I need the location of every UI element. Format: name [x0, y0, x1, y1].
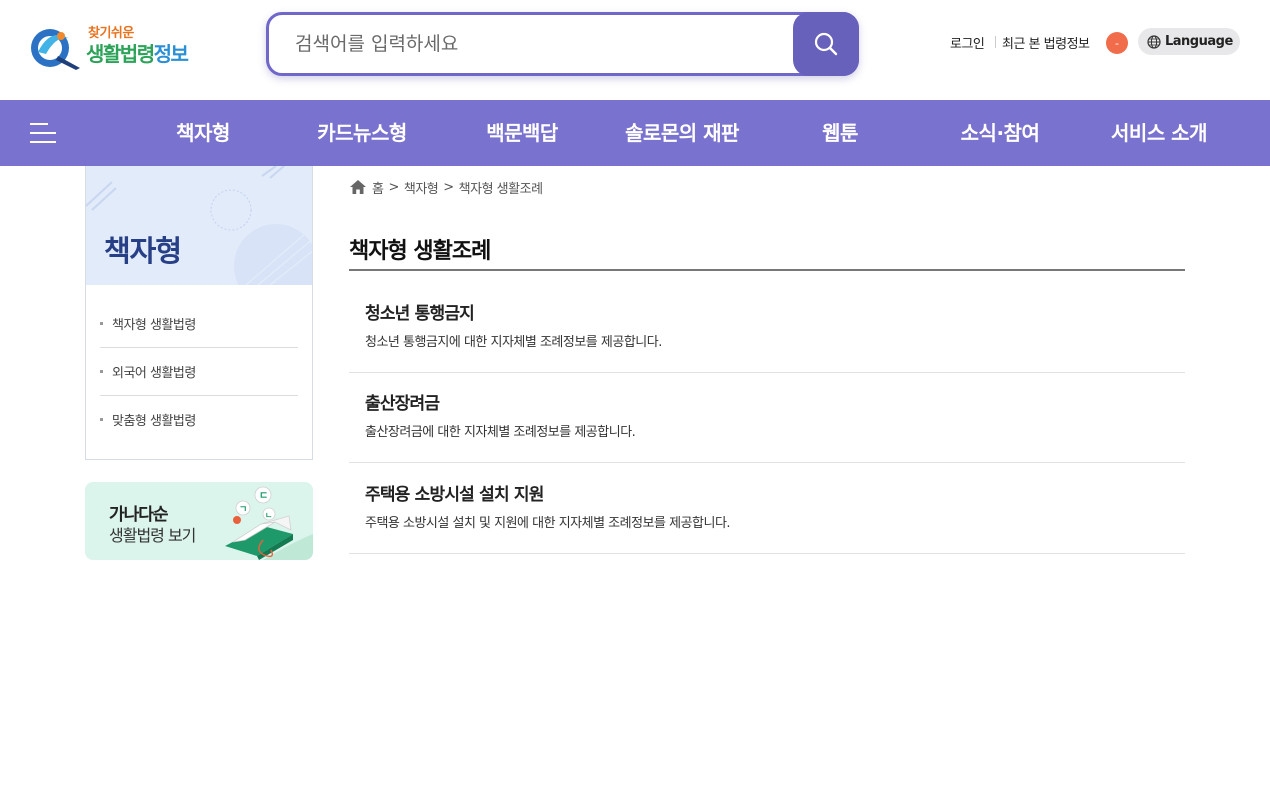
logo-emblem-icon: [31, 29, 80, 70]
site-logo[interactable]: 찾기쉬운 생활법령정보: [28, 18, 204, 72]
sidebar-item-foreign-law[interactable]: 외국어 생활법령: [100, 347, 298, 395]
sidebar-title: 책자형: [104, 234, 182, 268]
nav-item-webtoon[interactable]: 웹툰: [810, 100, 870, 166]
list-item-desc: 출산장려금에 대한 지자체별 조례정보를 제공합니다.: [365, 425, 636, 440]
logo-name-part1: 생활법령: [86, 42, 155, 66]
page-title: 책자형 생활조례: [349, 239, 491, 264]
nav-item-news[interactable]: 소식·참여: [948, 100, 1052, 166]
nav-item-cardnews[interactable]: 카드뉴스형: [305, 100, 419, 166]
sidebar-item-booklet-law[interactable]: 책자형 생활법령: [100, 299, 298, 347]
sidebar-item-label: 맞춤형 생활법령: [112, 413, 196, 429]
list-item[interactable]: 출산장려금 출산장려금에 대한 지자체별 조례정보를 제공합니다.: [349, 373, 1185, 463]
search-box: [266, 12, 859, 76]
globe-icon: [1147, 34, 1161, 49]
login-link[interactable]: 로그인: [950, 30, 985, 54]
search-icon: [814, 32, 838, 56]
title-divider: [349, 269, 1185, 271]
list-item-title: 주택용 소방시설 설치 지원: [365, 485, 544, 505]
breadcrumb-current: 책자형 생활조례: [458, 181, 543, 197]
logo-name: 생활법령정보: [86, 38, 189, 67]
main-nav: 책자형 카드뉴스형 백문백답 솔로몬의 재판 웹툰 소식·참여 서비스 소개: [0, 100, 1270, 166]
bullet-icon: [100, 321, 103, 325]
sidebar-menu: 책자형 생활법령 외국어 생활법령 맞춤형 생활법령: [85, 285, 313, 460]
breadcrumb: 홈 > 책자형 > 책자형 생활조례: [350, 178, 543, 197]
nav-item-booklet[interactable]: 책자형: [163, 100, 243, 166]
recent-count-badge: -: [1106, 32, 1128, 54]
bullet-icon: [100, 417, 103, 421]
sidebar-item-custom-law[interactable]: 맞춤형 생활법령: [100, 395, 298, 443]
sidebar-item-label: 책자형 생활법령: [112, 317, 196, 333]
alphabetical-laws-banner[interactable]: 가나다순 생활법령 보기 ㄷ ㄱ ㄴ: [85, 482, 313, 560]
banner-subtitle: 생활법령 보기: [109, 526, 196, 545]
breadcrumb-separator: >: [388, 179, 399, 195]
svg-text:ㄷ: ㄷ: [259, 491, 268, 502]
sidebar-header: 책자형: [85, 166, 313, 285]
menu-icon[interactable]: [30, 121, 56, 145]
svg-text:ㄱ: ㄱ: [239, 505, 247, 515]
breadcrumb-home[interactable]: 홈: [372, 178, 384, 197]
nav-item-about[interactable]: 서비스 소개: [1098, 100, 1220, 166]
search-button[interactable]: [793, 12, 859, 76]
language-label: Language: [1165, 34, 1233, 49]
breadcrumb-separator: >: [443, 179, 454, 195]
search-input[interactable]: [295, 15, 785, 73]
nav-item-qna[interactable]: 백문백답: [474, 100, 570, 166]
list-item-desc: 주택용 소방시설 설치 및 지원에 대한 지자체별 조례정보를 제공합니다.: [365, 516, 731, 531]
list-item[interactable]: 주택용 소방시설 설치 지원 주택용 소방시설 설치 및 지원에 대한 지자체별…: [349, 464, 1185, 554]
bullet-icon: [100, 369, 103, 373]
list-item[interactable]: 청소년 통행금지 청소년 통행금지에 대한 지자체별 조례정보를 제공합니다.: [349, 283, 1185, 373]
language-button[interactable]: Language: [1138, 28, 1240, 55]
home-icon[interactable]: [350, 180, 366, 194]
breadcrumb-booklet[interactable]: 책자형: [404, 178, 439, 197]
sidebar-item-label: 외국어 생활법령: [112, 365, 196, 381]
book-illustration-icon: ㄷ ㄱ ㄴ: [225, 486, 313, 560]
svg-text:ㄴ: ㄴ: [265, 511, 272, 520]
nav-item-solomon[interactable]: 솔로몬의 재판: [610, 100, 754, 166]
site-header: 찾기쉬운 생활법령정보 로그인 최근 본 법령정보 - Language: [0, 0, 1270, 100]
list-item-title: 청소년 통행금지: [365, 304, 475, 324]
recent-laws-link[interactable]: 최근 본 법령정보: [1002, 30, 1090, 54]
util-divider: [995, 36, 996, 48]
list-item-title: 출산장려금: [365, 394, 440, 414]
logo-name-part2: 정보: [153, 42, 189, 66]
list-item-desc: 청소년 통행금지에 대한 지자체별 조례정보를 제공합니다.: [365, 335, 662, 350]
